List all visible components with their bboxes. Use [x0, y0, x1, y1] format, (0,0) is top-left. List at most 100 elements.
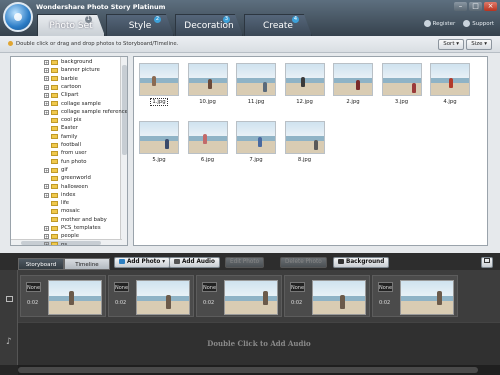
photo-thumbnail[interactable]: 10.jpg	[187, 63, 228, 108]
tree-folder-item[interactable]: mother and baby	[11, 216, 107, 225]
transition-button[interactable]: None	[290, 282, 305, 292]
support-link[interactable]: Support	[463, 20, 494, 27]
photo-thumbnail[interactable]: 3.jpg	[381, 63, 422, 108]
app-logo-icon[interactable]	[3, 2, 33, 32]
tree-folder-item[interactable]: life	[11, 199, 69, 208]
slot-photo[interactable]	[48, 280, 102, 315]
folder-icon	[51, 200, 58, 206]
storyboard-slot[interactable]: None 0:02	[20, 275, 106, 317]
expand-icon[interactable]: +	[44, 234, 49, 240]
sort-button[interactable]: Sort ▾	[438, 39, 464, 50]
tree-folder-item[interactable]: + banner picture	[11, 66, 100, 75]
tree-folder-item[interactable]: + barbie	[11, 75, 78, 84]
storyboard-area: ♪ None 0:02 None 0:02 None 0:02 None 0:02 None 0:…	[0, 270, 500, 375]
transition-button[interactable]: None	[114, 282, 129, 292]
photo-thumbnail[interactable]: 6.jpg	[187, 121, 228, 166]
tree-folder-item[interactable]: + ps	[11, 241, 67, 245]
register-link[interactable]: Register	[423, 20, 455, 27]
tree-folder-item[interactable]: cool pix	[11, 116, 82, 125]
tree-folder-item[interactable]: + cartoon	[11, 83, 81, 92]
photo-thumbnail[interactable]: 11.jpg	[236, 63, 276, 108]
tab-create[interactable]: Create 4	[244, 14, 312, 36]
expand-button[interactable]	[481, 257, 493, 268]
tab-label: Create	[263, 21, 293, 31]
expand-icon[interactable]: +	[44, 84, 49, 90]
tree-folder-item[interactable]: greenworld	[11, 174, 91, 183]
tab-photo-set[interactable]: Photo Set 1	[37, 14, 105, 36]
slot-photo[interactable]	[400, 280, 454, 315]
photo-image	[333, 63, 373, 96]
tree-folder-item[interactable]: + PCS_templates	[11, 224, 101, 233]
expand-icon[interactable]: +	[44, 184, 49, 190]
delete-photo-button[interactable]: Delete Photo	[280, 257, 327, 268]
photo-thumbnail[interactable]: 1.jpg	[139, 63, 179, 108]
folder-icon	[51, 142, 58, 148]
tree-folder-item[interactable]: fun photo	[11, 158, 87, 167]
slot-duration: 0:02	[27, 300, 39, 306]
expand-icon[interactable]: +	[44, 225, 49, 231]
size-button[interactable]: Size ▾	[466, 39, 492, 50]
tree-folder-item[interactable]: + people	[11, 232, 79, 241]
tab-timeline[interactable]: Timeline	[64, 258, 110, 270]
background-button[interactable]: Background	[333, 257, 390, 268]
tree-folder-item[interactable]: + gif	[11, 166, 68, 175]
tab-style[interactable]: Style 2	[106, 14, 174, 36]
photo-thumbnail[interactable]: 7.jpg	[236, 121, 276, 166]
photo-thumbnail[interactable]: 5.jpg	[139, 121, 179, 166]
slot-photo[interactable]	[224, 280, 278, 315]
add-photo-button[interactable]: Add Photo ▾	[114, 257, 171, 268]
slot-photo[interactable]	[312, 280, 366, 315]
tree-folder-item[interactable]: from user	[11, 149, 87, 158]
photo-thumbnail[interactable]: 12.jpg	[284, 63, 325, 108]
photo-thumbnail[interactable]: 8.jpg	[284, 121, 325, 166]
storyboard-slot[interactable]: None 0:02	[196, 275, 282, 317]
tab-storyboard[interactable]: Storyboard	[18, 258, 64, 270]
key-icon	[423, 20, 431, 27]
expand-icon[interactable]: +	[44, 242, 49, 245]
transition-button[interactable]: None	[202, 282, 217, 292]
folder-icon	[51, 59, 58, 65]
expand-icon[interactable]: +	[44, 76, 49, 82]
tab-decoration[interactable]: Decoration 3	[175, 14, 243, 36]
photo-thumbnail[interactable]: 2.jpg	[333, 63, 373, 108]
tree-folder-item[interactable]: + index	[11, 191, 76, 200]
add-audio-button[interactable]: Add Audio	[169, 257, 220, 268]
slot-photo[interactable]	[136, 280, 190, 315]
expand-icon[interactable]: +	[44, 68, 49, 74]
expand-icon[interactable]: +	[44, 101, 49, 107]
tree-folder-item[interactable]: + background	[11, 58, 92, 67]
expand-icon[interactable]: +	[44, 192, 49, 198]
expand-icon[interactable]: +	[44, 109, 49, 115]
tree-folder-item[interactable]: mosaic	[11, 207, 80, 216]
tree-folder-item[interactable]: football	[11, 141, 81, 150]
tree-folder-item[interactable]: + Clipart	[11, 91, 79, 100]
storyboard-slot[interactable]: None 0:02	[372, 275, 458, 317]
media-panel: + background + banner picture + barbie + cartoo…	[0, 53, 500, 253]
expand-icon[interactable]: +	[44, 92, 49, 98]
tree-folder-item[interactable]: Easter	[11, 124, 78, 133]
expand-icon[interactable]: +	[44, 59, 49, 65]
minimize-icon[interactable]: –	[454, 2, 467, 11]
folder-tree[interactable]: + background + banner picture + barbie + cartoo…	[10, 56, 128, 246]
expand-icon[interactable]: +	[44, 167, 49, 173]
tree-vertical-scrollbar[interactable]	[120, 57, 127, 245]
tree-folder-item[interactable]: + collage sample	[11, 100, 101, 109]
transition-button[interactable]: None	[26, 282, 41, 292]
top-links: Register Support	[423, 20, 494, 27]
maximize-icon[interactable]: □	[469, 2, 482, 11]
photo-thumbnail[interactable]: 4.jpg	[430, 63, 470, 108]
photo-filename: 1.jpg	[150, 98, 168, 106]
tree-folder-item[interactable]: + halloween	[11, 183, 88, 192]
scroll-thumb[interactable]	[18, 367, 478, 373]
storyboard-scrollbar[interactable]	[18, 365, 500, 375]
storyboard-slot[interactable]: None 0:02	[284, 275, 370, 317]
tree-folder-item[interactable]: + collage sample reference	[11, 108, 127, 117]
audio-track[interactable]: Double Click to Add Audio	[18, 322, 500, 365]
storyboard-slot[interactable]: None 0:02	[108, 275, 194, 317]
tree-folder-item[interactable]: family	[11, 133, 77, 142]
edit-photo-button[interactable]: Edit Photo	[225, 257, 265, 268]
transition-button[interactable]: None	[378, 282, 393, 292]
close-icon[interactable]: ×	[484, 2, 497, 11]
photo-filename: 7.jpg	[249, 157, 263, 163]
photo-filename: 12.jpg	[296, 99, 313, 105]
